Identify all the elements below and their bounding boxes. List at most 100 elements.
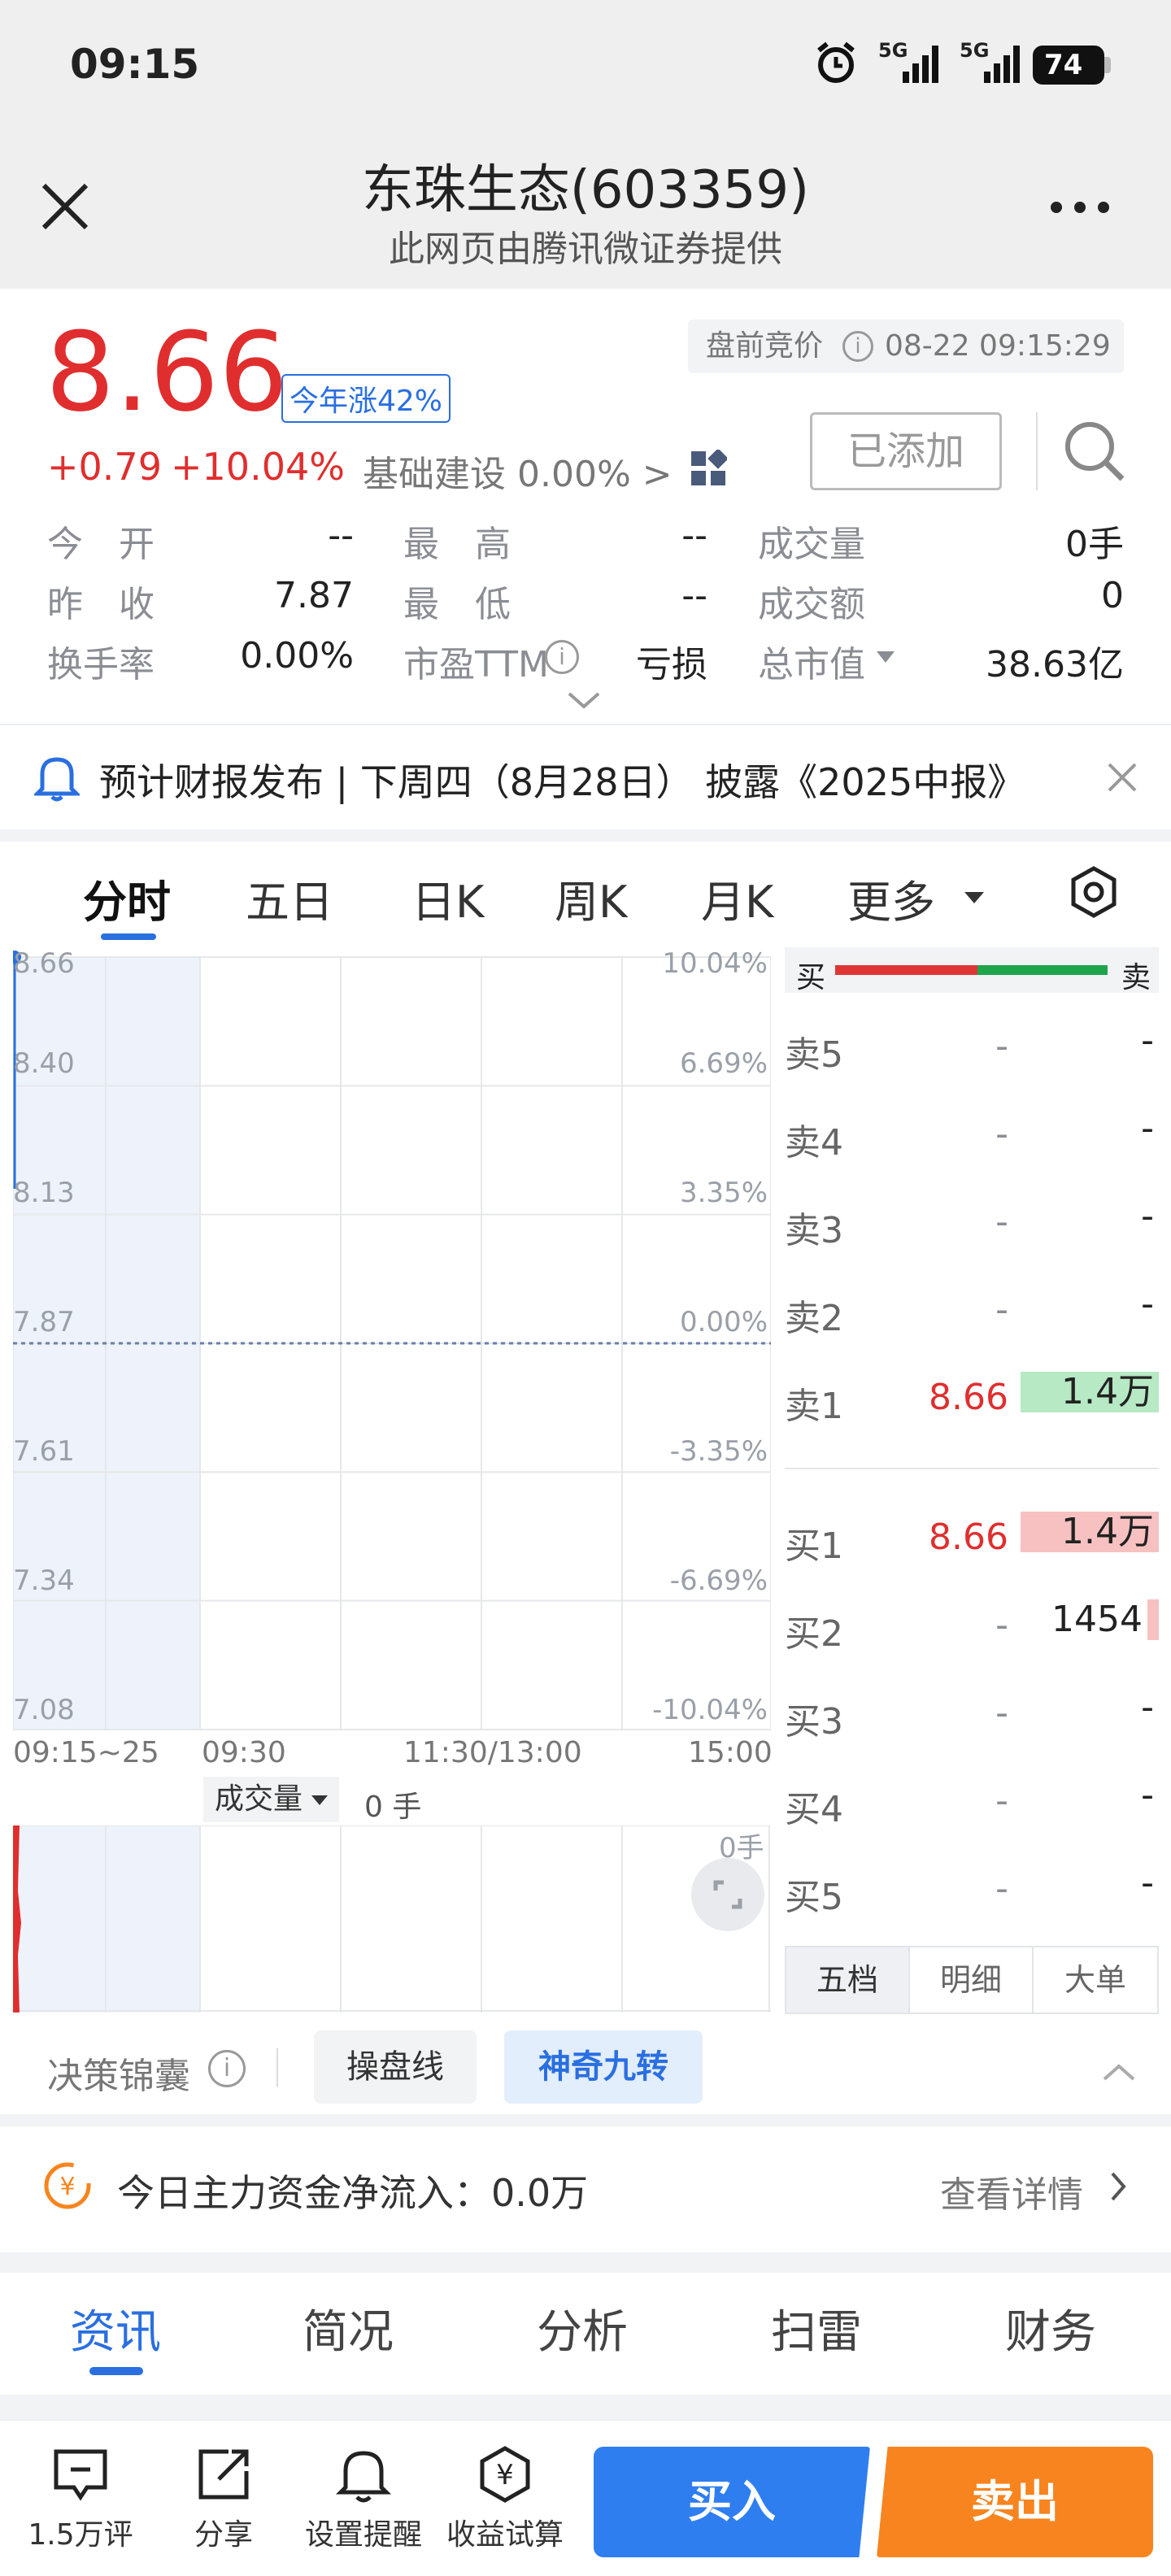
- status-time: 09:15: [70, 41, 200, 88]
- close-icon[interactable]: [1106, 761, 1138, 794]
- x-tick-1: 09:30: [202, 1736, 286, 1769]
- tab-daily-k[interactable]: 日K: [411, 866, 484, 930]
- stat-label-turnover-rate: 换手率: [47, 644, 155, 685]
- buy-button[interactable]: 买入: [594, 2447, 870, 2557]
- chevron-right-icon[interactable]: [1109, 2170, 1127, 2203]
- expand-icon[interactable]: [691, 1858, 764, 1931]
- bid-row-1: 买1 8.66 1.4万: [785, 1492, 1159, 1580]
- view-details-link[interactable]: 查看详情: [940, 2165, 1083, 2217]
- stat-label-marketcap[interactable]: 总市值: [758, 635, 865, 687]
- share-icon: [198, 2449, 249, 2500]
- tab-analysis[interactable]: 分析: [537, 2295, 628, 2361]
- more-icon[interactable]: [1049, 200, 1111, 215]
- caret-down-icon[interactable]: [964, 892, 984, 903]
- stat-value-pe: 亏损: [636, 644, 707, 685]
- money-flow-text: 今日主力资金净流入：0.0万: [117, 2171, 589, 2215]
- stat-label-open: 今 开: [47, 524, 155, 565]
- ask-row-2: 卖2- -: [785, 1283, 1154, 1340]
- tab-more[interactable]: 更多: [847, 866, 935, 930]
- orderbook-header: 买 卖: [785, 947, 1159, 994]
- orderbook-buy-bar: [835, 965, 977, 975]
- stat-value-prevclose: 7.87: [274, 575, 354, 616]
- tab-overview[interactable]: 简况: [303, 2295, 394, 2361]
- sell-button[interactable]: 卖出: [877, 2447, 1153, 2557]
- info-icon: i: [842, 331, 873, 362]
- profit-calc-button[interactable]: ¥ 收益试算: [436, 2445, 574, 2553]
- y-left-tick-3: 7.87: [13, 1306, 75, 1338]
- alarm-icon: [816, 41, 856, 85]
- comments-label: 1.5万评: [28, 2518, 133, 2552]
- chevron-right-icon: >: [642, 454, 673, 495]
- tab-five-level[interactable]: 五档: [786, 1947, 910, 2012]
- stat-label-turnover: 成交额: [758, 584, 865, 625]
- trading-line-button[interactable]: 操盘线: [314, 2030, 477, 2104]
- caret-down-icon[interactable]: [877, 651, 895, 663]
- volume-chart[interactable]: [13, 1825, 771, 2012]
- earnings-notice[interactable]: 预计财报发布 | 下周四（8月28日） 披露《2025中报》: [0, 724, 1171, 829]
- price-change-pct: +10.04%: [171, 445, 345, 489]
- y-right-tick-2: 3.35%: [679, 1177, 768, 1209]
- magic-nine-button[interactable]: 神奇九转: [504, 2030, 703, 2104]
- stat-value-turnover-rate: 0.00%: [240, 635, 354, 677]
- search-icon[interactable]: [1062, 419, 1125, 482]
- tools-label: 决策锦囊: [47, 2056, 190, 2097]
- tab-weekly-k[interactable]: 周K: [555, 866, 627, 930]
- stat-label-high: 最 高: [403, 524, 511, 565]
- y-left-tick-0: 8.66: [13, 947, 75, 980]
- status-bar: 09:15 5G 5G 74: [0, 0, 1171, 130]
- sector-label: 基础建设 0.00%: [363, 454, 631, 495]
- tab-large-orders[interactable]: 大单: [1034, 1947, 1157, 2012]
- bid-row-5: 买5- -: [785, 1862, 1154, 1919]
- added-watchlist-button[interactable]: 已添加: [810, 412, 1002, 490]
- settings-icon[interactable]: [1070, 866, 1117, 918]
- ask-row-3: 卖3- -: [785, 1195, 1154, 1252]
- share-button[interactable]: 分享: [155, 2445, 293, 2553]
- svg-text:¥: ¥: [496, 2459, 514, 2491]
- stat-label-low: 最 低: [403, 584, 511, 625]
- volume-value: 0 手: [364, 1791, 422, 1824]
- tab-intraday[interactable]: 分时: [83, 866, 171, 930]
- y-left-tick-6: 7.08: [13, 1694, 75, 1726]
- orderbook-sell-bar: [977, 965, 1108, 975]
- y-left-tick-4: 7.61: [13, 1435, 75, 1468]
- session-label: 盘前竞价: [706, 329, 824, 363]
- tab-active-indicator: [89, 2367, 143, 2375]
- grid-apps-icon[interactable]: [690, 448, 729, 487]
- intraday-price-chart[interactable]: [13, 947, 771, 1760]
- stat-value-turnover: 0: [1101, 575, 1124, 616]
- set-alert-button[interactable]: 设置提醒: [294, 2445, 433, 2553]
- ask-row-1: 卖1 8.66 1.4万: [785, 1352, 1159, 1440]
- y-right-tick-0: 10.04%: [662, 947, 768, 980]
- orderbook-sell-label: 卖: [1121, 961, 1151, 994]
- ytd-badge: 今年涨42%: [281, 374, 451, 423]
- comment-icon: [54, 2449, 107, 2501]
- tab-monthly-k[interactable]: 月K: [701, 866, 773, 930]
- stat-label-volume: 成交量: [758, 524, 865, 565]
- caret-down-icon: [311, 1795, 329, 1805]
- tab-5day[interactable]: 五日: [246, 866, 333, 930]
- chevron-up-icon[interactable]: [1101, 2061, 1137, 2082]
- sector-link[interactable]: 基础建设 0.00% >: [363, 445, 673, 497]
- stat-label-pe: 市盈TTM: [403, 644, 549, 685]
- info-icon[interactable]: i: [545, 640, 579, 674]
- x-tick-2: 11:30/13:00: [403, 1736, 582, 1769]
- tab-detail[interactable]: 明细: [910, 1947, 1034, 2012]
- chevron-down-icon[interactable]: [566, 690, 602, 711]
- page-subtitle: 此网页由腾讯微证券提供: [389, 228, 782, 270]
- yuan-hexagon-icon: ¥: [480, 2446, 530, 2503]
- profit-calc-label: 收益试算: [446, 2518, 564, 2552]
- divider: [276, 2048, 278, 2087]
- tab-risk-scan[interactable]: 扫雷: [771, 2295, 862, 2361]
- y-right-tick-5: -6.69%: [669, 1564, 768, 1597]
- info-icon[interactable]: i: [208, 2050, 246, 2087]
- signal-icon-2: 5G: [960, 39, 1025, 85]
- money-flow-row[interactable]: ¥ 今日主力资金净流入：0.0万 查看详情: [0, 2126, 1171, 2252]
- tab-news[interactable]: 资讯: [70, 2295, 161, 2361]
- tab-financials[interactable]: 财务: [1005, 2295, 1096, 2361]
- stat-value-marketcap: 38.63亿: [986, 644, 1124, 685]
- signal-icon: 5G: [878, 39, 943, 85]
- y-left-tick-1: 8.40: [13, 1047, 75, 1080]
- divider: [1036, 412, 1038, 490]
- volume-selector[interactable]: 成交量: [203, 1777, 340, 1822]
- comments-button[interactable]: 1.5万评: [11, 2445, 150, 2553]
